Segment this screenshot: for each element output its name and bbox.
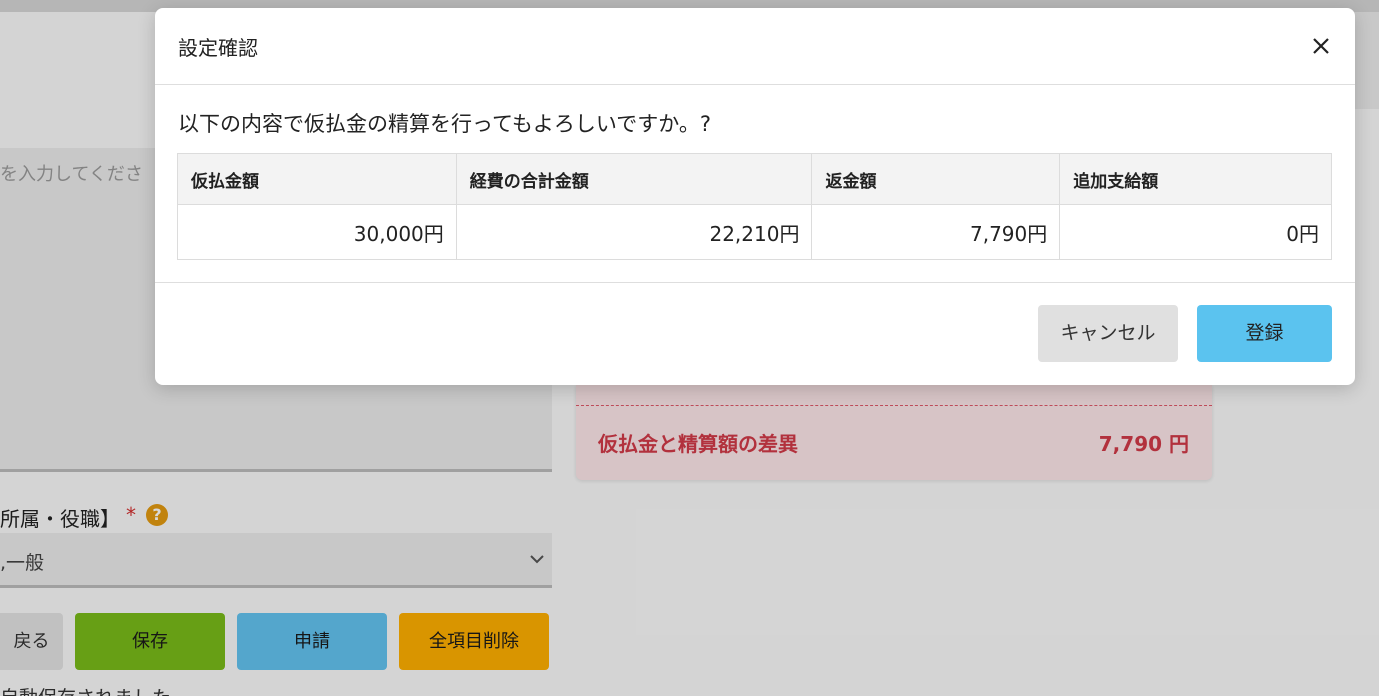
header-refund-amount: 返金額 [811, 153, 1061, 205]
cell-advance-amount: 30,000円 [177, 204, 457, 260]
close-button[interactable] [1305, 30, 1337, 62]
cell-refund-amount: 7,790円 [811, 204, 1061, 260]
register-button[interactable]: 登録 [1197, 305, 1332, 362]
table-row: 30,000円 22,210円 7,790円 0円 [177, 204, 1332, 260]
dialog-message: 以下の内容で仮払金の精算を行ってもよろしいですか。? [178, 112, 711, 136]
cancel-button[interactable]: キャンセル [1038, 305, 1178, 362]
cell-expense-total: 22,210円 [455, 204, 813, 260]
dialog-title: 設定確認 [178, 36, 258, 60]
header-advance-amount: 仮払金額 [177, 153, 457, 205]
cell-additional-payment: 0円 [1059, 204, 1332, 260]
header-additional-payment: 追加支給額 [1059, 153, 1332, 205]
table-header-row: 仮払金額 経費の合計金額 返金額 追加支給額 [177, 153, 1332, 205]
dialog-footer: キャンセル 登録 [155, 282, 1355, 385]
header-expense-total: 経費の合計金額 [455, 153, 813, 205]
settlement-table: 仮払金額 経費の合計金額 返金額 追加支給額 30,000円 22,210円 7… [177, 153, 1332, 260]
dialog-header: 設定確認 [155, 8, 1355, 85]
close-icon [1313, 38, 1329, 54]
confirm-dialog: 設定確認 以下の内容で仮払金の精算を行ってもよろしいですか。? 仮払金額 経費の… [155, 8, 1355, 385]
